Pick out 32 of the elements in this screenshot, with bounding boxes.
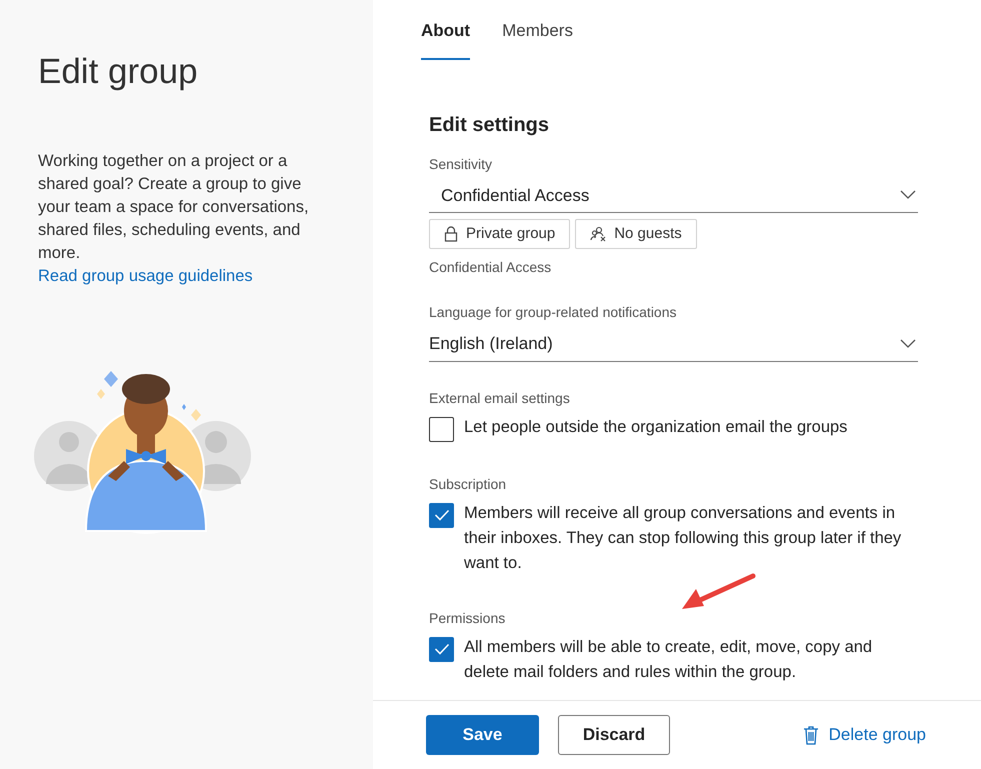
field-label: Sensitivity <box>429 154 494 174</box>
checkmark-icon <box>434 509 450 521</box>
sensitivity-note: Confidential Access <box>429 258 552 277</box>
option-text: All members will be able to create, edit, move, copy and delete mail folders and rules within the group. <box>464 636 874 682</box>
lock-icon <box>444 226 458 242</box>
chevron-down-icon <box>900 190 916 200</box>
option-heading: Subscription <box>429 474 508 494</box>
sensitivity-dropdown[interactable]: Confidential Access <box>429 182 918 213</box>
sensitivity-tag: No guests <box>575 219 697 249</box>
description-text: Working together on a project or a shared goal? Create a group to give your team a space for conversations, shared files, scheduling events, and more. <box>38 151 310 264</box>
checkbox[interactable] <box>429 636 454 662</box>
save-button[interactable]: Save <box>426 715 539 755</box>
sensitivity-tag: Private group <box>429 219 570 249</box>
delete-group-button[interactable]: Delete group <box>802 722 926 748</box>
guidelines-link[interactable]: Read group usage guidelines <box>38 265 253 288</box>
section-title: Edit settings <box>429 112 550 138</box>
option-text: Members will receive all group conversations and events in their inboxes. They can stop following this group later if they want to. <box>464 502 902 574</box>
trash-icon <box>802 725 819 745</box>
option-heading: External email settings <box>429 388 571 408</box>
field-label: Language for group-related notifications <box>429 303 678 322</box>
tab[interactable]: About <box>421 18 470 60</box>
language-dropdown[interactable]: English (Ireland) <box>429 331 918 362</box>
checkbox[interactable] <box>429 416 454 442</box>
chevron-down-icon <box>900 338 916 349</box>
checkmark-icon <box>434 643 450 655</box>
tab[interactable]: Members <box>502 18 573 60</box>
option-text: Let people outside the organization email the groups <box>464 416 848 438</box>
people-blocked-icon <box>590 226 606 242</box>
checkbox[interactable] <box>429 502 454 528</box>
page-title: Edit group <box>38 51 199 93</box>
option-heading: Permissions <box>429 608 506 628</box>
discard-button[interactable]: Discard <box>558 715 670 755</box>
